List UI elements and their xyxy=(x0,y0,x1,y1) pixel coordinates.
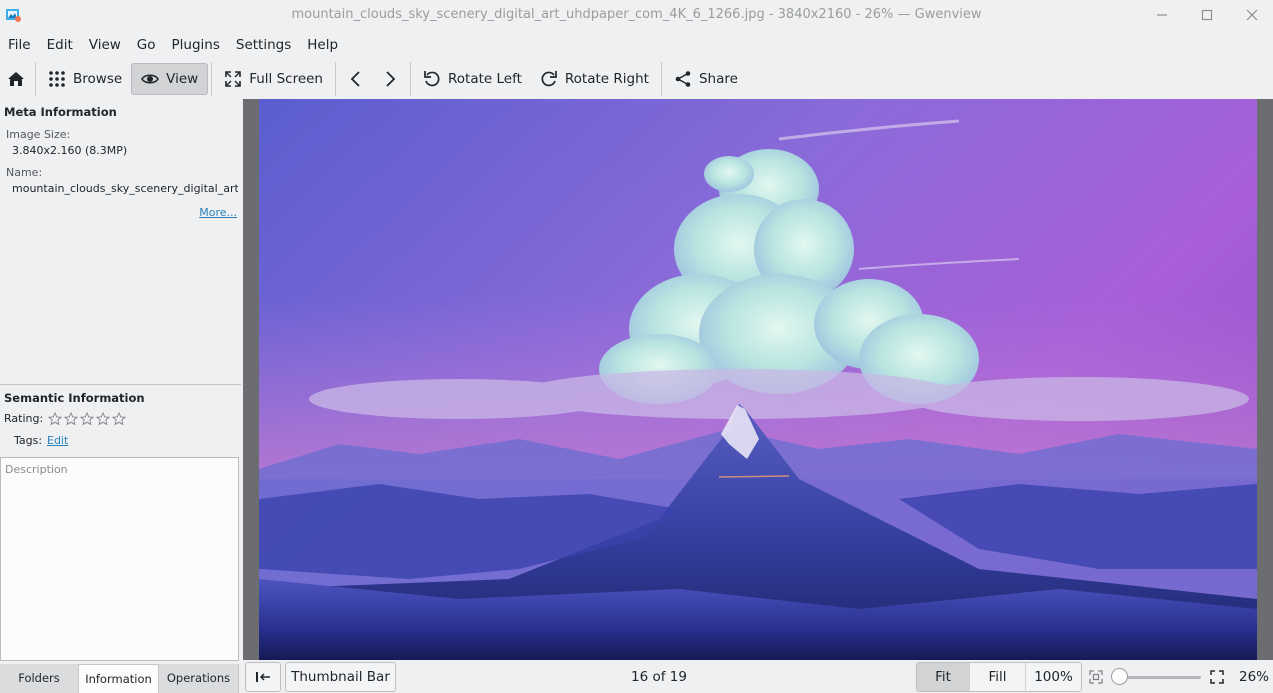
fullscreen-icon xyxy=(225,71,242,87)
next-button[interactable] xyxy=(373,63,407,95)
menu-edit[interactable]: Edit xyxy=(39,31,81,59)
zoom-fit-button[interactable]: Fit xyxy=(917,663,970,691)
close-icon[interactable] xyxy=(1244,7,1260,23)
collapse-sidebar-icon xyxy=(256,672,270,682)
rotate-right-label: Rotate Right xyxy=(564,71,649,87)
status-bar: Thumbnail Bar 16 of 19 Fit Fill 100% 26% xyxy=(243,661,1273,693)
zoom-fill-button[interactable]: Fill xyxy=(970,663,1026,691)
browse-label: Browse xyxy=(73,71,123,87)
tab-folders[interactable]: Folders xyxy=(0,664,79,693)
toolbar-separator xyxy=(410,62,411,96)
star-icon[interactable] xyxy=(48,412,62,426)
rotate-left-label: Rotate Left xyxy=(448,71,522,87)
zoom-out-icon[interactable] xyxy=(1089,670,1103,684)
toolbar-separator xyxy=(660,62,662,96)
browse-button[interactable]: Browse xyxy=(39,63,131,95)
image-size-value: 3.840x2.160 (8.3MP) xyxy=(12,144,128,157)
semantic-information-title: Semantic Information xyxy=(4,391,145,405)
menu-help[interactable]: Help xyxy=(299,31,346,59)
menu-go[interactable]: Go xyxy=(129,31,164,59)
rotate-left-icon xyxy=(424,71,440,87)
grid-icon xyxy=(49,71,65,87)
fullscreen-label: Full Screen xyxy=(249,71,323,87)
fullscreen-button[interactable]: Full Screen xyxy=(215,63,332,95)
home-icon xyxy=(8,72,24,86)
tags-edit-link[interactable]: Edit xyxy=(47,434,68,447)
share-button[interactable]: Share xyxy=(665,63,747,95)
thumbnail-bar-button[interactable]: Thumbnail Bar xyxy=(285,662,396,692)
rotate-right-icon xyxy=(541,71,557,87)
menu-settings[interactable]: Settings xyxy=(228,31,299,59)
view-button[interactable]: View xyxy=(131,63,209,95)
image-size-label: Image Size: xyxy=(6,128,71,141)
menu-file[interactable]: File xyxy=(0,31,39,59)
tab-information[interactable]: Information xyxy=(79,664,159,693)
previous-button[interactable] xyxy=(339,63,373,95)
menu-bar: File Edit View Go Plugins Settings Help xyxy=(0,31,346,59)
mountain-clouds-image xyxy=(259,99,1257,660)
maximize-icon[interactable] xyxy=(1199,7,1215,23)
chevron-left-icon xyxy=(350,71,360,87)
description-placeholder: Description xyxy=(5,463,68,476)
toolbar-separator xyxy=(35,62,36,96)
name-value: mountain_clouds_sky_scenery_digital_art_… xyxy=(12,182,238,195)
zoom-in-icon[interactable] xyxy=(1210,670,1224,684)
star-icon[interactable] xyxy=(96,412,110,426)
tags-label: Tags: xyxy=(14,434,43,447)
star-icon[interactable] xyxy=(112,412,126,426)
zoom-slider-handle[interactable] xyxy=(1111,668,1128,685)
toolbar-separator xyxy=(211,62,213,96)
zoom-percent: 26% xyxy=(1239,669,1270,685)
eye-icon xyxy=(141,74,160,84)
main-toolbar: Browse View Full Screen Rotate Left Rota… xyxy=(0,59,1273,99)
zoom-100-button[interactable]: 100% xyxy=(1026,663,1081,691)
toggle-sidebar-button[interactable] xyxy=(245,662,281,692)
title-bar: mountain_clouds_sky_scenery_digital_art_… xyxy=(0,0,1273,31)
home-button[interactable] xyxy=(0,63,32,95)
description-textarea[interactable]: Description xyxy=(0,457,239,661)
menu-plugins[interactable]: Plugins xyxy=(164,31,228,59)
rotate-left-button[interactable]: Rotate Left xyxy=(414,63,531,95)
more-link[interactable]: More... xyxy=(199,206,237,219)
information-sidebar: Meta Information Image Size: 3.840x2.160… xyxy=(0,99,241,661)
star-icon[interactable] xyxy=(64,412,78,426)
section-divider xyxy=(0,384,241,385)
share-label: Share xyxy=(698,71,738,87)
chevron-right-icon xyxy=(386,71,396,87)
name-label: Name: xyxy=(6,166,43,179)
minimize-icon[interactable] xyxy=(1154,7,1170,23)
meta-information-title: Meta Information xyxy=(4,105,117,119)
menu-view[interactable]: View xyxy=(81,31,129,59)
zoom-slider-track[interactable] xyxy=(1120,676,1201,679)
sidebar-tabs: Folders Information Operations xyxy=(0,664,241,693)
image-viewport[interactable] xyxy=(243,99,1273,660)
rating-label: Rating: xyxy=(4,412,44,425)
rating-stars[interactable] xyxy=(48,412,126,426)
share-icon xyxy=(675,71,691,87)
star-icon[interactable] xyxy=(80,412,94,426)
window-title: mountain_clouds_sky_scenery_digital_art_… xyxy=(291,7,982,22)
rotate-right-button[interactable]: Rotate Right xyxy=(531,63,658,95)
view-label: View xyxy=(166,71,199,87)
zoom-mode-group: Fit Fill 100% xyxy=(916,662,1082,692)
toolbar-separator xyxy=(335,62,336,96)
image-position-text: 16 of 19 xyxy=(631,669,687,685)
tab-operations[interactable]: Operations xyxy=(159,664,239,693)
